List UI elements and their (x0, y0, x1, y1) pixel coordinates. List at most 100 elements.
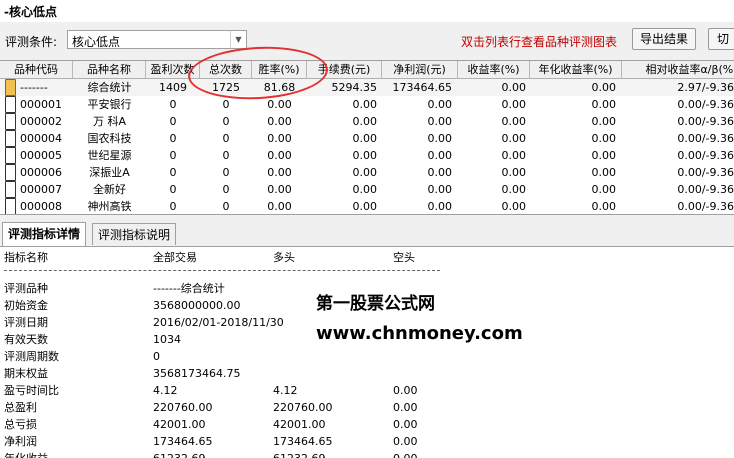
cell-code: 000002 (20, 115, 62, 128)
col-return[interactable]: 收益率(%) (458, 61, 530, 78)
results-table: 品种代码 品种名称 盈利次数 总次数 胜率(%) 手续费(元) 净利润(元) 收… (0, 60, 734, 215)
col-net-profit[interactable]: 净利润(元) (382, 61, 458, 78)
cell-profit: 0.00 (427, 132, 453, 145)
tab-bar: 评测指标详情 评测指标说明 (0, 222, 734, 247)
cell-rel: 0.00/-9.36 (677, 183, 734, 196)
detail-cell-short: 0.00 (393, 418, 418, 431)
cell-fee: 0.00 (352, 183, 378, 196)
cell-name: 平安银行 (87, 98, 132, 111)
cell-ret: 0.00 (501, 132, 527, 145)
cell-ret: 0.00 (501, 200, 527, 213)
cell-rate: 0.00 (267, 132, 292, 145)
document-icon (5, 96, 16, 113)
cell-fee: 0.00 (352, 166, 378, 179)
detail-cell-short: 0.00 (393, 401, 418, 414)
cell-code: 000008 (20, 200, 62, 213)
tab-indicator-details[interactable]: 评测指标详情 (2, 222, 87, 247)
col-total-count[interactable]: 总次数 (200, 61, 252, 78)
col-win-rate[interactable]: 胜率(%) (252, 61, 307, 78)
col-win-count[interactable]: 盈利次数 (146, 61, 200, 78)
detail-cell-name: 盈亏时间比 (4, 384, 59, 397)
detail-row: 净利润 173464.65 173464.65 0.00 (0, 434, 734, 450)
cell-profit: 0.00 (427, 98, 453, 111)
document-icon (5, 181, 16, 198)
cell-total: 0 (222, 149, 230, 162)
table-row[interactable]: 000004 国农科技 0 0 0.00 0.00 0.00 0.00 0.00 0.00/-9.… (0, 130, 734, 147)
detail-cell-short: 0.00 (393, 384, 418, 397)
table-row[interactable]: 000007 全新好 0 0 0.00 0.00 0.00 0.00 0.00 0.00/-9.3… (0, 181, 734, 198)
col-annual-return[interactable]: 年化收益率(%) (530, 61, 622, 78)
document-icon (5, 147, 16, 164)
table-row[interactable]: 000006 深振业A 0 0 0.00 0.00 0.00 0.00 0.00 0.00/-9.… (0, 164, 734, 181)
table-row[interactable]: ------- 综合统计 1409 1725 81.68 5294.35 173464.65… (0, 79, 734, 96)
cell-total: 0 (222, 98, 230, 111)
cell-fee: 0.00 (352, 149, 378, 162)
detail-header: 指标名称 全部交易 多头 空头 (0, 250, 734, 266)
detail-col-short: 空头 (393, 251, 415, 264)
condition-label: 评测条件: (5, 35, 58, 49)
cell-ann: 0.00 (591, 183, 617, 196)
cell-ann: 0.00 (591, 200, 617, 213)
document-icon (5, 113, 16, 130)
title-bar: -核心低点 (0, 0, 734, 23)
cell-name: 综合统计 (87, 81, 132, 94)
cell-fee: 0.00 (352, 200, 378, 213)
cell-rel: 0.00/-9.36 (677, 200, 734, 213)
export-button[interactable]: 导出结果 (632, 28, 696, 50)
document-icon (5, 130, 16, 147)
col-code[interactable]: 品种代码 (0, 61, 73, 78)
tab-indicator-help[interactable]: 评测指标说明 (92, 223, 177, 245)
table-row[interactable]: 000005 世纪星源 0 0 0.00 0.00 0.00 0.00 0.00 0.00/-9.… (0, 147, 734, 164)
cell-code: ------- (20, 81, 48, 94)
cell-win: 0 (169, 166, 177, 179)
table-row[interactable]: 000002 万 科A 0 0 0.00 0.00 0.00 0.00 0.00 0.00/-9.… (0, 113, 734, 130)
cell-profit: 0.00 (427, 166, 453, 179)
col-name[interactable]: 品种名称 (73, 61, 146, 78)
table-row[interactable]: 000001 平安银行 0 0 0.00 0.00 0.00 0.00 0.00 0.00/-9.… (0, 96, 734, 113)
detail-cell-name: 总亏损 (4, 418, 37, 431)
cell-win: 0 (169, 200, 177, 213)
cell-code: 000005 (20, 149, 62, 162)
detail-col-all: 全部交易 (153, 251, 197, 264)
detail-cell-all: 4.12 (153, 384, 178, 397)
cell-rel: 0.00/-9.36 (677, 149, 734, 162)
detail-cell-all: 3568173464.75 (153, 367, 241, 380)
cell-win: 0 (169, 149, 177, 162)
condition-bar: 评测条件: 核心低点 ▼ 双击列表行查看品种评测图表 导出结果 切 (0, 22, 734, 56)
detail-cell-name: 净利润 (4, 435, 37, 448)
cell-ann: 0.00 (591, 166, 617, 179)
detail-row: 总亏损 42001.00 42001.00 0.00 (0, 417, 734, 433)
cell-rate: 0.00 (267, 166, 292, 179)
detail-cell-all: 42001.00 (153, 418, 206, 431)
cell-total: 0 (222, 183, 230, 196)
chevron-down-icon[interactable]: ▼ (230, 31, 246, 48)
detail-cell-all: 1034 (153, 333, 181, 346)
document-icon (5, 198, 16, 214)
detail-cell-long: 173464.65 (273, 435, 333, 448)
condition-select[interactable]: 核心低点 ▼ (67, 30, 247, 49)
detail-panel: 指标名称 全部交易 多头 空头 评测品种 -------综合统计 初始资金 35680… (0, 246, 734, 458)
window-title: -核心低点 (4, 5, 57, 19)
cell-rel: 2.97/-9.36 (677, 81, 734, 94)
detail-cell-name: 评测周期数 (4, 350, 59, 363)
cell-ann: 0.00 (591, 98, 617, 111)
detail-cell-name: 期末权益 (4, 367, 48, 380)
cell-name: 深振业A (89, 166, 130, 179)
detail-cell-all: 220760.00 (153, 401, 213, 414)
cell-ret: 0.00 (501, 98, 527, 111)
cell-rate: 0.00 (267, 98, 292, 111)
cell-fee: 0.00 (352, 98, 378, 111)
col-fee[interactable]: 手续费(元) (307, 61, 382, 78)
cell-win: 0 (169, 115, 177, 128)
cell-total: 0 (222, 115, 230, 128)
cell-rate: 0.00 (267, 200, 292, 213)
detail-col-long: 多头 (273, 251, 295, 264)
cell-rel: 0.00/-9.36 (677, 132, 734, 145)
detail-cell-long: 4.12 (273, 384, 298, 397)
col-relative-return[interactable]: 相对收益率α/β(%) (622, 61, 734, 78)
watermark-url: www.chnmoney.com (316, 323, 523, 344)
switch-button[interactable]: 切 (708, 28, 734, 50)
table-row[interactable]: 000008 神州高铁 0 0 0.00 0.00 0.00 0.00 0.00 0.00/-9.… (0, 198, 734, 214)
cell-code: 000006 (20, 166, 62, 179)
cell-ret: 0.00 (501, 166, 527, 179)
